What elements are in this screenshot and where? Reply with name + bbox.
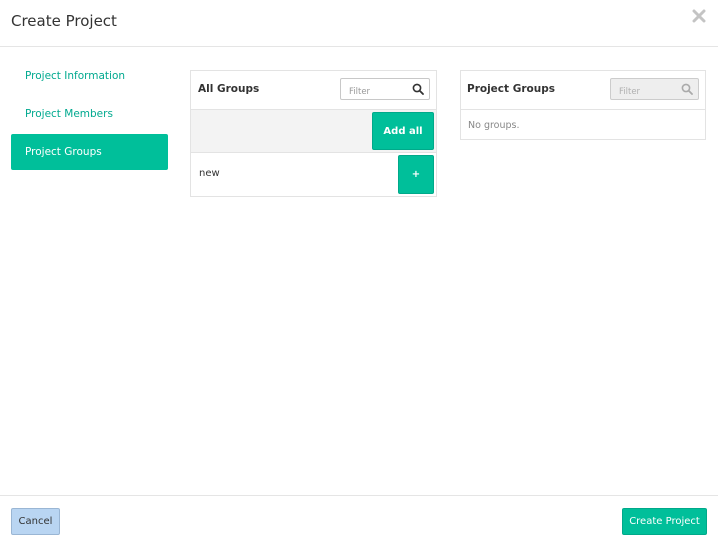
add-group-button[interactable]: +	[398, 155, 434, 194]
project-groups-title: Project Groups	[467, 83, 555, 95]
search-icon	[412, 83, 424, 95]
dialog-footer: Cancel Create Project	[0, 495, 718, 546]
all-groups-filter	[340, 78, 430, 102]
create-project-button[interactable]: Create Project	[622, 508, 707, 535]
empty-state-text: No groups.	[468, 120, 520, 131]
nav-item-project-groups[interactable]: Project Groups	[11, 134, 168, 170]
add-all-row: Add all	[191, 110, 436, 153]
search-icon	[681, 83, 693, 95]
project-groups-panel: Project Groups No groups.	[460, 70, 706, 140]
group-name: new	[199, 168, 220, 179]
dialog-header: Create Project	[0, 0, 718, 47]
all-groups-title: All Groups	[198, 83, 260, 95]
all-groups-header: All Groups	[191, 71, 436, 110]
project-groups-filter	[610, 78, 699, 102]
dialog-title: Create Project	[11, 12, 117, 30]
close-icon[interactable]	[692, 9, 706, 23]
add-all-button[interactable]: Add all	[372, 112, 434, 150]
list-item: new +	[191, 153, 436, 196]
nav-item-project-information[interactable]: Project Information	[11, 58, 168, 94]
project-groups-header: Project Groups	[461, 71, 705, 110]
create-project-dialog: Create Project Project Information Proje…	[0, 0, 718, 546]
all-groups-panel: All Groups Add all new +	[190, 70, 437, 197]
wizard-nav: Project Information Project Members Proj…	[11, 58, 168, 172]
cancel-button[interactable]: Cancel	[11, 508, 60, 535]
nav-item-project-members[interactable]: Project Members	[11, 96, 168, 132]
